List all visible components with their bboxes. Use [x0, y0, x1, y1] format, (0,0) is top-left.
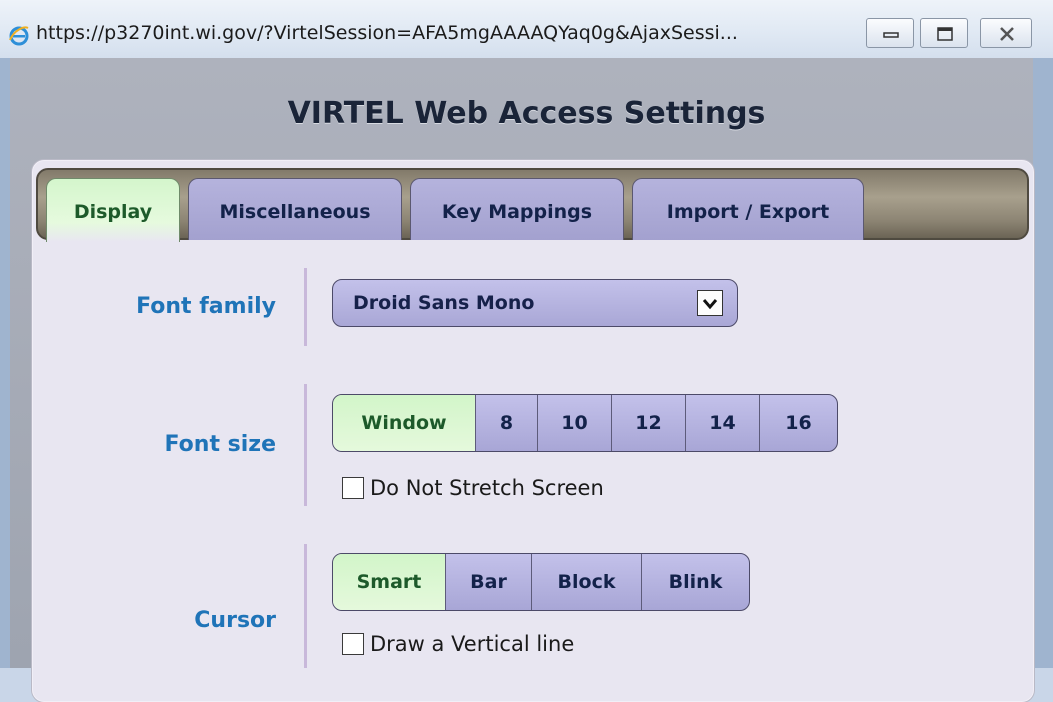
window-left-border: [0, 58, 10, 668]
restore-button[interactable]: [920, 18, 968, 48]
cursor-option-block[interactable]: Block: [531, 554, 641, 610]
internet-explorer-icon: [9, 26, 29, 46]
font-family-label: Font family: [136, 294, 276, 319]
do-not-stretch-checkbox-row[interactable]: Do Not Stretch Screen: [342, 476, 604, 500]
row-separator: [304, 384, 307, 506]
draw-vertical-line-label: Draw a Vertical line: [370, 632, 575, 656]
font-size-option-window[interactable]: Window: [333, 395, 475, 451]
restore-icon: [937, 27, 953, 41]
window-url-title: https://p3270int.wi.gov/?VirtelSession=A…: [36, 22, 738, 44]
tab-display[interactable]: Display: [46, 178, 180, 242]
close-button[interactable]: [980, 18, 1032, 48]
draw-vertical-line-checkbox[interactable]: [342, 633, 364, 655]
font-size-selector: Window 8 10 12 14 16: [332, 394, 838, 452]
window-right-border: [1033, 58, 1053, 668]
minimize-icon: [883, 32, 899, 38]
font-size-option-8[interactable]: 8: [475, 395, 537, 451]
do-not-stretch-checkbox[interactable]: [342, 477, 364, 499]
tab-key-mappings[interactable]: Key Mappings: [410, 178, 624, 240]
font-size-option-10[interactable]: 10: [537, 395, 611, 451]
font-family-selected-value: Droid Sans Mono: [353, 292, 535, 314]
font-size-option-12[interactable]: 12: [611, 395, 685, 451]
font-size-option-16[interactable]: 16: [759, 395, 837, 451]
font-family-select[interactable]: Droid Sans Mono: [332, 279, 738, 327]
font-size-label: Font size: [164, 432, 276, 457]
chevron-down-icon: [697, 290, 723, 316]
minimize-button[interactable]: [866, 18, 914, 48]
page-title: VIRTEL Web Access Settings: [287, 96, 766, 131]
cursor-option-smart[interactable]: Smart: [333, 554, 445, 610]
draw-vertical-line-checkbox-row[interactable]: Draw a Vertical line: [342, 632, 574, 656]
cursor-selector: Smart Bar Block Blink: [332, 553, 750, 611]
row-separator: [304, 268, 307, 346]
tab-import-export[interactable]: Import / Export: [632, 178, 864, 240]
tab-miscellaneous[interactable]: Miscellaneous: [188, 178, 402, 240]
cursor-option-blink[interactable]: Blink: [641, 554, 749, 610]
do-not-stretch-label: Do Not Stretch Screen: [370, 476, 604, 500]
font-size-option-14[interactable]: 14: [685, 395, 759, 451]
cursor-label: Cursor: [194, 608, 276, 633]
close-icon: [1000, 27, 1014, 41]
row-separator: [304, 544, 307, 668]
window-title-bar: https://p3270int.wi.gov/?VirtelSession=A…: [0, 0, 1053, 59]
cursor-option-bar[interactable]: Bar: [445, 554, 531, 610]
